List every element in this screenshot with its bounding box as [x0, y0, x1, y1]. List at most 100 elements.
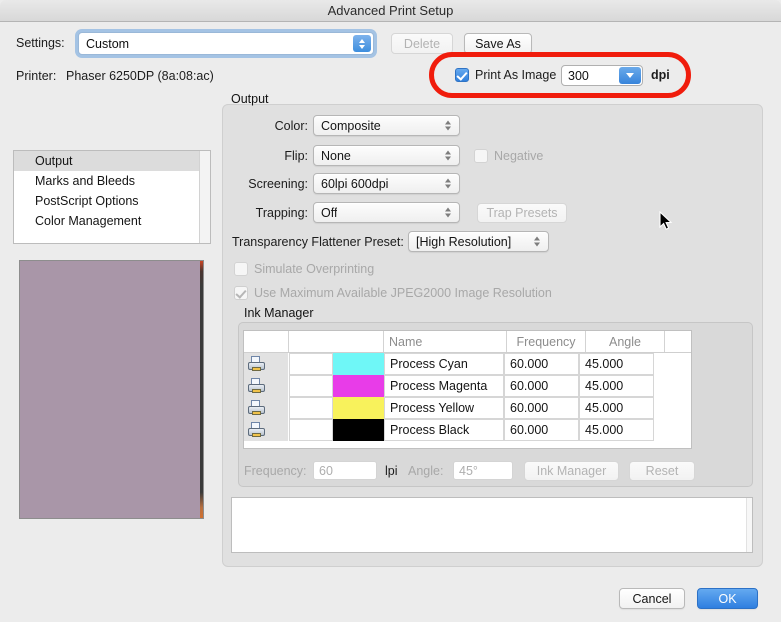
ink-manager-group-label: Ink Manager — [244, 306, 314, 320]
col-frequency: Frequency — [507, 331, 586, 352]
print-as-image-checkbox[interactable] — [455, 68, 469, 82]
col-swatch — [289, 331, 384, 352]
trapping-label: Trapping: — [255, 206, 308, 220]
delete-button[interactable]: Delete — [391, 33, 453, 54]
flip-popup[interactable]: None — [313, 145, 460, 166]
row-frequency: 60.000 — [504, 397, 579, 419]
angle-label: Angle: — [408, 464, 444, 478]
color-popup[interactable]: Composite — [313, 115, 460, 136]
col-printer-icon — [244, 331, 289, 352]
dpi-unit-label: dpi — [651, 68, 670, 82]
trapping-popup[interactable]: Off — [313, 202, 460, 223]
category-list-scrollbar[interactable] — [199, 151, 210, 243]
negative-checkbox[interactable] — [474, 149, 488, 163]
settings-category-list[interactable]: Output Marks and Bleeds PostScript Optio… — [13, 150, 211, 244]
printer-icon — [248, 356, 265, 372]
color-label: Color: — [274, 119, 308, 133]
row-color-swatch — [333, 353, 384, 375]
save-as-button[interactable]: Save As — [464, 33, 532, 54]
row-angle: 45.000 — [579, 375, 654, 397]
table-row[interactable]: Process Yellow 60.000 45.000 — [244, 397, 691, 419]
settings-combobox-arrows[interactable] — [353, 35, 371, 52]
frequency-input[interactable]: 60 — [313, 461, 377, 480]
table-row[interactable]: Process Black 60.000 45.000 — [244, 419, 691, 441]
dpi-dropdown-arrow-icon[interactable] — [619, 67, 641, 84]
printer-icon — [248, 400, 265, 416]
row-blank-cell — [289, 375, 333, 397]
flattener-label: Transparency Flattener Preset: — [232, 235, 404, 249]
screening-popup-arrows-icon — [440, 175, 455, 192]
simulate-overprinting-label: Simulate Overprinting — [254, 262, 375, 276]
advanced-print-setup-dialog: Advanced Print Setup Settings: Custom De… — [0, 0, 781, 622]
negative-label: Negative — [494, 149, 544, 163]
screening-popup-value: 60lpi 600dpi — [321, 176, 389, 191]
row-printer-toggle[interactable] — [244, 397, 289, 419]
page-preview-edge — [200, 261, 203, 518]
row-frequency: 60.000 — [504, 419, 579, 441]
printer-icon — [248, 422, 265, 438]
table-row[interactable]: Process Cyan 60.000 45.000 — [244, 353, 691, 375]
settings-label: Settings: — [16, 36, 65, 50]
sidebar-item-marks-and-bleeds[interactable]: Marks and Bleeds — [14, 171, 210, 191]
ink-manager-table[interactable]: Name Frequency Angle Process Cyan 60.000… — [243, 330, 692, 449]
description-scrollbar[interactable] — [746, 498, 752, 552]
screening-label: Screening: — [248, 177, 308, 191]
print-as-image-label: Print As Image — [475, 68, 557, 82]
description-box — [231, 497, 753, 553]
printer-icon — [248, 378, 265, 394]
row-blank-cell — [289, 397, 333, 419]
flip-label: Flip: — [284, 149, 308, 163]
sidebar-item-postscript-options[interactable]: PostScript Options — [14, 191, 210, 211]
row-name: Process Black — [384, 419, 504, 441]
sidebar-item-color-management[interactable]: Color Management — [14, 211, 210, 231]
color-popup-value: Composite — [321, 118, 381, 133]
printer-label: Printer: — [16, 69, 57, 83]
angle-input[interactable]: 45° — [453, 461, 513, 480]
settings-combobox[interactable]: Custom — [78, 32, 374, 55]
flattener-popup-value: [High Resolution] — [416, 234, 512, 249]
flattener-popup[interactable]: [High Resolution] — [408, 231, 549, 252]
col-name: Name — [384, 331, 507, 352]
row-color-swatch — [333, 419, 384, 441]
ink-manager-button[interactable]: Ink Manager — [524, 461, 619, 481]
flip-popup-value: None — [321, 148, 351, 163]
ok-button[interactable]: OK — [697, 588, 758, 609]
frequency-label: Frequency: — [244, 464, 307, 478]
trapping-popup-value: Off — [321, 205, 338, 220]
max-jpeg2000-label: Use Maximum Available JPEG2000 Image Res… — [254, 286, 552, 300]
trap-presets-button[interactable]: Trap Presets — [477, 203, 567, 223]
row-name: Process Magenta — [384, 375, 504, 397]
window-title: Advanced Print Setup — [327, 3, 454, 18]
cancel-button[interactable]: Cancel — [619, 588, 685, 609]
row-blank-cell — [289, 419, 333, 441]
color-popup-arrows-icon — [440, 117, 455, 134]
row-frequency: 60.000 — [504, 353, 579, 375]
row-name: Process Yellow — [384, 397, 504, 419]
max-jpeg2000-checkbox[interactable] — [234, 286, 248, 300]
row-angle: 45.000 — [579, 353, 654, 375]
row-printer-toggle[interactable] — [244, 353, 289, 375]
trapping-popup-arrows-icon — [440, 204, 455, 221]
row-blank-cell — [289, 353, 333, 375]
row-color-swatch — [333, 397, 384, 419]
output-group-label: Output — [231, 92, 269, 106]
table-row[interactable]: Process Magenta 60.000 45.000 — [244, 375, 691, 397]
simulate-overprinting-checkbox[interactable] — [234, 262, 248, 276]
lpi-label: lpi — [385, 464, 398, 478]
page-preview — [19, 260, 204, 519]
row-printer-toggle[interactable] — [244, 419, 289, 441]
reset-button[interactable]: Reset — [629, 461, 695, 481]
settings-combobox-value: Custom — [86, 36, 130, 51]
window-titlebar: Advanced Print Setup — [0, 0, 781, 22]
col-extra — [665, 331, 691, 352]
row-name: Process Cyan — [384, 353, 504, 375]
dpi-value: 300 — [568, 68, 589, 83]
row-angle: 45.000 — [579, 397, 654, 419]
col-angle: Angle — [586, 331, 665, 352]
flip-popup-arrows-icon — [440, 147, 455, 164]
screening-popup[interactable]: 60lpi 600dpi — [313, 173, 460, 194]
row-printer-toggle[interactable] — [244, 375, 289, 397]
dpi-combobox[interactable]: 300 — [561, 65, 643, 86]
sidebar-item-output[interactable]: Output — [14, 151, 210, 171]
mouse-cursor — [659, 211, 673, 230]
